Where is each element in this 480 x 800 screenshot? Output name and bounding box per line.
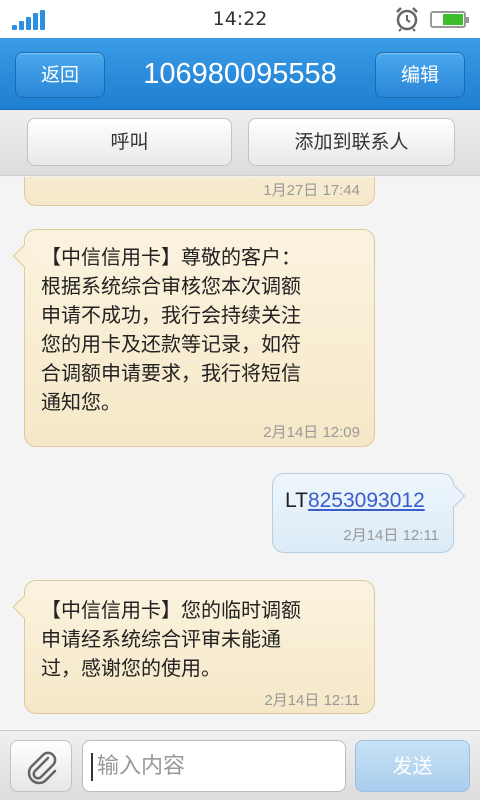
message-text: 【中信信用卡】尊敬的客户： 根据系统综合审核您本次调额 申请不成功，我行会持续关… (41, 247, 301, 414)
message-timestamp: 2月14日 12:09 (263, 424, 360, 441)
message-text: 【中信信用卡】您的临时调额 申请经系统综合评审未能通 过，感谢您的使用。 (41, 600, 301, 680)
message-bubble-incoming[interactable]: 【中信信用卡】尊敬的客户： 根据系统综合审核您本次调额 申请不成功，我行会持续关… (12, 229, 375, 447)
status-bar: 14:22 (0, 0, 480, 38)
conversation-title: 106980095558 (143, 58, 337, 90)
message-timestamp: 1月27日 17:44 (263, 182, 360, 199)
paperclip-icon (27, 751, 57, 785)
battery-icon (430, 11, 469, 28)
edit-button[interactable]: 编辑 (375, 52, 465, 98)
alarm-clock-icon (396, 7, 418, 32)
message-timestamp: 2月14日 12:11 (264, 692, 360, 709)
message-bubble-incoming[interactable]: 1月27日 17:44 (24, 177, 375, 206)
add-to-contacts-button[interactable]: 添加到联系人 (248, 118, 455, 166)
action-bar: 呼叫 添加到联系人 (0, 110, 480, 176)
message-input[interactable]: 输入内容 (82, 740, 346, 792)
composer-bar: 输入内容 发送 (0, 730, 480, 800)
message-text: LT8253093012 (285, 489, 425, 512)
call-button[interactable]: 呼叫 (27, 118, 232, 166)
message-bubble-outgoing[interactable]: LT8253093012 2月14日 12:11 (272, 473, 466, 553)
message-list[interactable]: 1月27日 17:44 【中信信用卡】尊敬的客户： 根据系统综合审核您本次调额 … (0, 177, 480, 730)
phone-number-link[interactable]: 8253093012 (308, 489, 425, 512)
title-bar: 返回 106980095558 编辑 (0, 38, 480, 110)
message-bubble-incoming[interactable]: 【中信信用卡】您的临时调额 申请经系统综合评审未能通 过，感谢您的使用。 2月1… (12, 580, 375, 714)
send-button[interactable]: 发送 (355, 740, 470, 792)
attach-button[interactable] (10, 740, 72, 792)
back-button[interactable]: 返回 (15, 52, 105, 98)
message-timestamp: 2月14日 12:11 (343, 527, 439, 544)
